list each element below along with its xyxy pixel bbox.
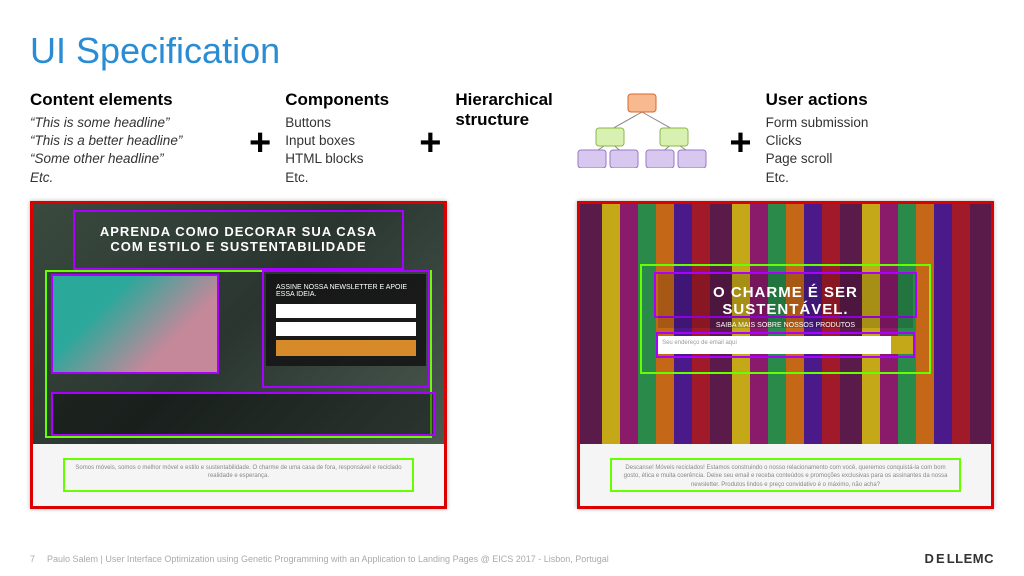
slide-number: 7 [30, 554, 35, 564]
content-elements-col: Content elements “This is some headline”… [30, 90, 235, 187]
actions-col: User actions Form submission Clicks Page… [766, 90, 906, 187]
hierarchy-head: Hierarchical structure [455, 90, 560, 130]
plus-icon: + [723, 122, 757, 165]
tree-diagram-icon [570, 90, 715, 168]
components-item: Buttons [285, 114, 405, 132]
content-item: “Some other headline” [30, 150, 235, 168]
example-2: O CHARME É SER SUSTENTÁVEL. SAIBA MAIS S… [577, 201, 994, 509]
annotation-box [656, 332, 915, 358]
plus-icon: + [413, 122, 447, 165]
example-1-footer: Somos móveis, somos o melhor móvel e est… [33, 444, 444, 506]
annotation-box [51, 392, 435, 436]
slide-title: UI Specification [30, 30, 994, 72]
actions-item: Form submission [766, 114, 906, 132]
components-head: Components [285, 90, 405, 110]
components-item: Etc. [285, 169, 405, 187]
footer-text: Descanse! Móveis reciclados! Estamos con… [620, 464, 951, 489]
footer-credit: Paulo Salem | User Interface Optimizatio… [47, 554, 609, 564]
example-1: APRENDA COMO DECORAR SUA CASA COM ESTILO… [30, 201, 447, 509]
content-item: “This is some headline” [30, 114, 235, 132]
examples-row: APRENDA COMO DECORAR SUA CASA COM ESTILO… [30, 201, 994, 509]
actions-item: Etc. [766, 169, 906, 187]
components-item: Input boxes [285, 132, 405, 150]
example-2-hero: O CHARME É SER SUSTENTÁVEL. SAIBA MAIS S… [580, 204, 991, 444]
example-1-hero: APRENDA COMO DECORAR SUA CASA COM ESTILO… [33, 204, 444, 444]
slide: UI Specification Content elements “This … [0, 0, 1024, 576]
dell-emc-logo: D E LLEMC [925, 551, 995, 566]
content-item: Etc. [30, 169, 235, 187]
example-2-footer: Descanse! Móveis reciclados! Estamos con… [580, 444, 991, 506]
actions-item: Clicks [766, 132, 906, 150]
actions-item: Page scroll [766, 150, 906, 168]
content-item: “This is a better headline” [30, 132, 235, 150]
slide-footer: 7 Paulo Salem | User Interface Optimizat… [30, 551, 994, 566]
example-1-headline: APRENDA COMO DECORAR SUA CASA COM ESTILO… [74, 216, 403, 262]
actions-head: User actions [766, 90, 906, 110]
annotation-box [51, 274, 219, 374]
hierarchy-col: Hierarchical structure [455, 90, 715, 168]
footer-text: Somos móveis, somos o melhor móvel e est… [73, 464, 404, 481]
example-2-headline: O CHARME É SER SUSTENTÁVEL. [658, 274, 913, 328]
plus-icon: + [243, 122, 277, 165]
content-head: Content elements [30, 90, 235, 110]
example-2-subhead: SAIBA MAIS SOBRE NOSSOS PRODUTOS [658, 322, 913, 329]
components-col: Components Buttons Input boxes HTML bloc… [285, 90, 405, 187]
annotation-box [262, 270, 430, 388]
concepts-row: Content elements “This is some headline”… [30, 90, 994, 187]
components-item: HTML blocks [285, 150, 405, 168]
